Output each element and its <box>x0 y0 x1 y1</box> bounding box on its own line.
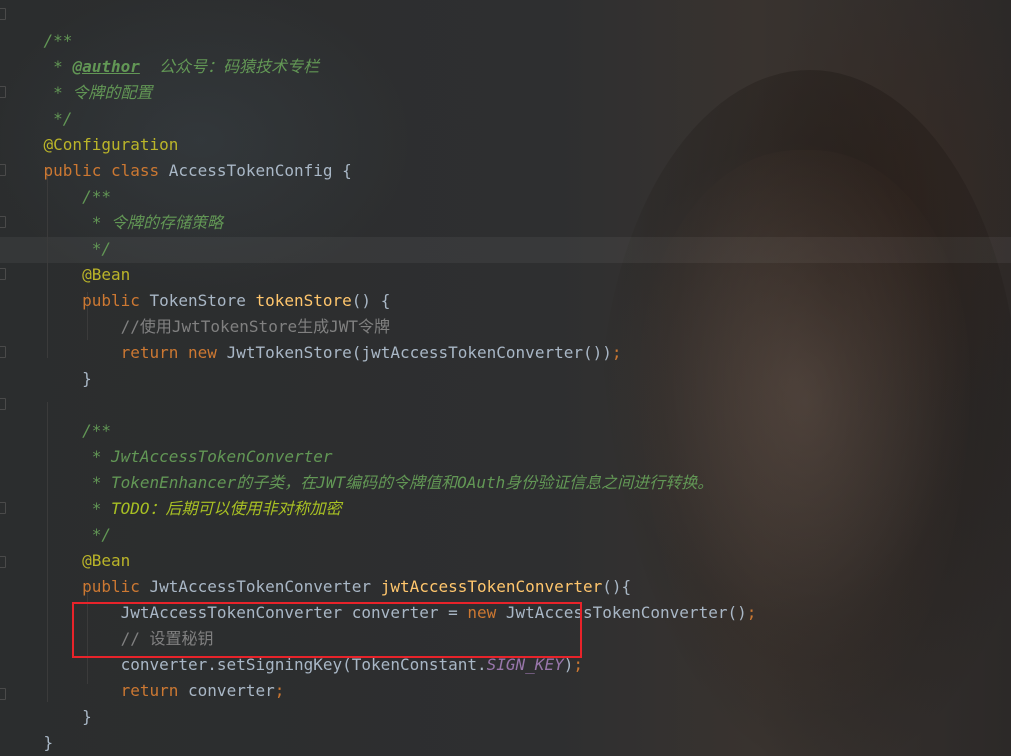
code-line-12[interactable]: //使用JwtTokenStore生成JWT令牌 <box>5 288 390 336</box>
code-line-28[interactable]: } <box>5 704 54 752</box>
code-line-4[interactable]: */ <box>5 80 72 128</box>
code-line-22[interactable]: public JwtAccessTokenConverter jwtAccess… <box>5 548 631 596</box>
code-line-21[interactable]: @Bean <box>5 522 130 570</box>
code-line-9[interactable]: */ <box>5 210 111 258</box>
highlight-box <box>72 602 582 658</box>
semicolon: ; <box>274 681 285 700</box>
closing-brace: } <box>43 733 54 752</box>
code-line-13[interactable]: return new JwtTokenStore(jwtAccessTokenC… <box>5 314 622 362</box>
class-name: AccessTokenConfig { <box>168 161 352 180</box>
code-line-11[interactable]: public TokenStore tokenStore() { <box>5 262 390 310</box>
current-line-highlight <box>0 237 1011 263</box>
code-line-14[interactable]: } <box>5 340 92 388</box>
code-line-2[interactable]: * @author 公众号：码猿技术专栏 <box>5 28 319 76</box>
code-line-3[interactable]: * 令牌的配置 <box>5 54 152 102</box>
code-line-8[interactable]: * 令牌的存储策略 <box>5 184 223 232</box>
semicolon: ; <box>611 343 622 362</box>
code-editor[interactable]: /** * @author 公众号：码猿技术专栏 * 令牌的配置 */ @Con… <box>0 0 1011 756</box>
code-line-27[interactable]: } <box>5 678 92 726</box>
background-face <box>640 150 970 710</box>
code-line-16[interactable]: /** <box>5 392 111 440</box>
closing-brace: } <box>43 369 92 388</box>
code-line-19[interactable]: * TODO：后期可以使用非对称加密 <box>5 470 342 518</box>
code-line-17[interactable]: * JwtAccessTokenConverter <box>5 418 333 466</box>
author-value: 公众号：码猿技术专栏 <box>139 57 320 76</box>
code-line-20[interactable]: */ <box>5 496 111 544</box>
code-line-10[interactable]: @Bean <box>5 236 130 284</box>
todo-comment: TODO：后期可以使用非对称加密 <box>110 499 342 518</box>
code-line-5[interactable]: @Configuration <box>5 106 179 154</box>
code-line-23[interactable]: JwtAccessTokenConverter converter = new … <box>5 574 757 622</box>
code-line-6[interactable]: public class AccessTokenConfig { <box>5 132 352 180</box>
code-line-1[interactable]: /** <box>5 2 73 50</box>
semicolon: ; <box>746 603 757 622</box>
constructor-call: JwtTokenStore(jwtAccessTokenConverter()) <box>226 343 612 362</box>
code-line-18[interactable]: * TokenEnhancer的子类，在JWT编码的令牌值和OAuth身份验证信… <box>5 444 714 492</box>
code-line-7[interactable]: /** <box>5 158 111 206</box>
return-value: converter <box>188 681 275 700</box>
